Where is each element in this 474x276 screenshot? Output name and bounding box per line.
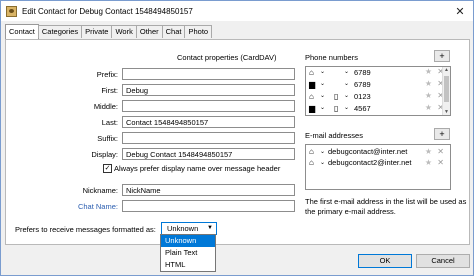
suffix-field[interactable]: [122, 132, 295, 144]
chevron-down-icon[interactable]: ⌄: [320, 148, 325, 155]
email-address[interactable]: debugcontact@inter.net: [328, 147, 407, 156]
work-icon: ▆: [309, 80, 316, 89]
middle-name-field[interactable]: [122, 100, 295, 112]
chevron-down-icon[interactable]: ⌄: [344, 92, 349, 99]
chevron-down-icon[interactable]: ⌄: [344, 68, 349, 75]
suffix-label: Suffix:: [97, 134, 118, 143]
chevron-down-icon[interactable]: ⌄: [320, 104, 325, 111]
star-icon[interactable]: ★: [425, 67, 432, 76]
address-book-icon: [6, 5, 17, 17]
email-addresses-title: E-mail addresses: [305, 131, 363, 140]
format-selected-value: Unknown: [167, 224, 199, 233]
last-label: Last:: [101, 118, 118, 127]
format-option-plain-text[interactable]: Plain Text: [161, 247, 215, 259]
list-item[interactable]: ⌂ ⌄ debugcontact2@inter.net ★ ✕: [306, 158, 450, 169]
tab-photo[interactable]: Photo: [184, 25, 213, 38]
list-item[interactable]: ⌂ ⌄ ▯ ⌄ 0123 ★ ✕: [306, 91, 450, 103]
title-bar: Edit Contact for Debug Contact 154849485…: [1, 1, 473, 21]
list-item[interactable]: ▆ ⌄ ▯ ⌄ 4567 ★ ✕: [306, 103, 450, 115]
format-label: Prefers to receive messages formatted as…: [15, 225, 156, 234]
scroll-up-icon[interactable]: ▲: [443, 67, 450, 73]
work-icon: ▆: [309, 104, 316, 113]
format-option-unknown[interactable]: Unknown: [161, 235, 215, 247]
edit-contact-dialog: Edit Contact for Debug Contact 154849485…: [0, 0, 474, 276]
tab-categories[interactable]: Categories: [37, 25, 83, 38]
scroll-thumb[interactable]: [444, 76, 449, 102]
star-icon[interactable]: ★: [425, 103, 432, 112]
phone-number[interactable]: 4567: [354, 104, 371, 113]
tab-private[interactable]: Private: [81, 25, 113, 38]
format-option-html[interactable]: HTML: [161, 259, 215, 271]
cancel-button[interactable]: Cancel: [416, 254, 470, 268]
email-list: ⌂ ⌄ debugcontact@inter.net ★ ✕ ⌂ ⌄ debug…: [305, 144, 451, 190]
chat-name-link[interactable]: Chat Name:: [46, 202, 118, 211]
list-item[interactable]: ▆ ⌄ ⌄ 6789 ★ ✕: [306, 79, 450, 91]
tab-strip: Contact Categories Private Work Other Ch…: [5, 24, 213, 39]
format-dropdown: Unknown Plain Text HTML: [160, 234, 216, 272]
chevron-down-icon[interactable]: ⌄: [320, 92, 325, 99]
list-item[interactable]: ⌂ ⌄ debugcontact@inter.net ★ ✕: [306, 147, 450, 158]
home-icon: ⌂: [309, 147, 314, 156]
home-icon: ⌂: [309, 158, 314, 167]
mobile-icon: ▯: [334, 92, 339, 101]
scroll-down-icon[interactable]: ▼: [443, 109, 450, 115]
phone-number[interactable]: 6789: [354, 80, 371, 89]
tab-work[interactable]: Work: [111, 25, 137, 38]
first-name-field[interactable]: [122, 84, 295, 96]
phone-number[interactable]: 6789: [354, 68, 371, 77]
nickname-label: Nickname:: [82, 186, 118, 195]
close-window-button[interactable]: ✕: [447, 1, 473, 21]
prefix-field[interactable]: [122, 68, 295, 80]
star-icon[interactable]: ★: [425, 79, 432, 88]
tab-other[interactable]: Other: [135, 25, 163, 38]
email-address[interactable]: debugcontact2@inter.net: [328, 158, 412, 167]
star-icon[interactable]: ★: [425, 158, 432, 167]
chevron-down-icon: ▼: [207, 225, 213, 231]
phone-list-scrollbar[interactable]: ▲ ▼: [442, 67, 450, 115]
contact-panel: Contact properties (CardDAV) Prefix: Fir…: [5, 39, 470, 245]
phone-numbers-title: Phone numbers: [305, 53, 358, 62]
list-item[interactable]: ⌂ ⌄ ⌄ 6789 ★ ✕: [306, 67, 450, 79]
chat-name-field[interactable]: [122, 200, 295, 212]
prefix-label: Prefix:: [96, 70, 118, 79]
first-label: First:: [101, 86, 118, 95]
chevron-down-icon[interactable]: ⌄: [320, 68, 325, 75]
add-email-button[interactable]: +: [434, 128, 450, 140]
chevron-down-icon[interactable]: ⌄: [320, 80, 325, 87]
primary-email-note: The first e-mail address in the list wil…: [305, 197, 467, 216]
home-icon: ⌂: [309, 68, 314, 77]
tab-chat[interactable]: Chat: [161, 25, 186, 38]
window-title: Edit Contact for Debug Contact 154849485…: [22, 6, 193, 16]
chevron-down-icon[interactable]: ⌄: [320, 159, 325, 166]
chevron-down-icon[interactable]: ⌄: [344, 80, 349, 87]
phone-list: ⌂ ⌄ ⌄ 6789 ★ ✕ ▆ ⌄ ⌄ 6789 ★ ✕ ⌂ ⌄ ▯ ⌄ 01…: [305, 66, 451, 116]
tab-contact[interactable]: Contact: [5, 24, 39, 39]
home-icon: ⌂: [309, 92, 314, 101]
nickname-field[interactable]: [122, 184, 295, 196]
always-prefer-label: Always prefer display name over message …: [114, 164, 281, 173]
phone-number[interactable]: 0123: [354, 92, 371, 101]
always-prefer-checkbox[interactable]: ✓: [103, 164, 112, 173]
display-name-field[interactable]: [122, 148, 295, 160]
star-icon[interactable]: ★: [425, 147, 432, 156]
add-phone-button[interactable]: +: [434, 50, 450, 62]
star-icon[interactable]: ★: [425, 91, 432, 100]
last-name-field[interactable]: [122, 116, 295, 128]
chevron-down-icon[interactable]: ⌄: [344, 104, 349, 111]
remove-icon[interactable]: ✕: [437, 158, 444, 167]
display-label: Display:: [91, 150, 118, 159]
mobile-icon: ▯: [334, 104, 339, 113]
contact-properties-title: Contact properties (CardDAV): [177, 53, 277, 62]
remove-icon[interactable]: ✕: [437, 147, 444, 156]
ok-button[interactable]: OK: [358, 254, 412, 268]
middle-label: Middle:: [93, 102, 118, 111]
